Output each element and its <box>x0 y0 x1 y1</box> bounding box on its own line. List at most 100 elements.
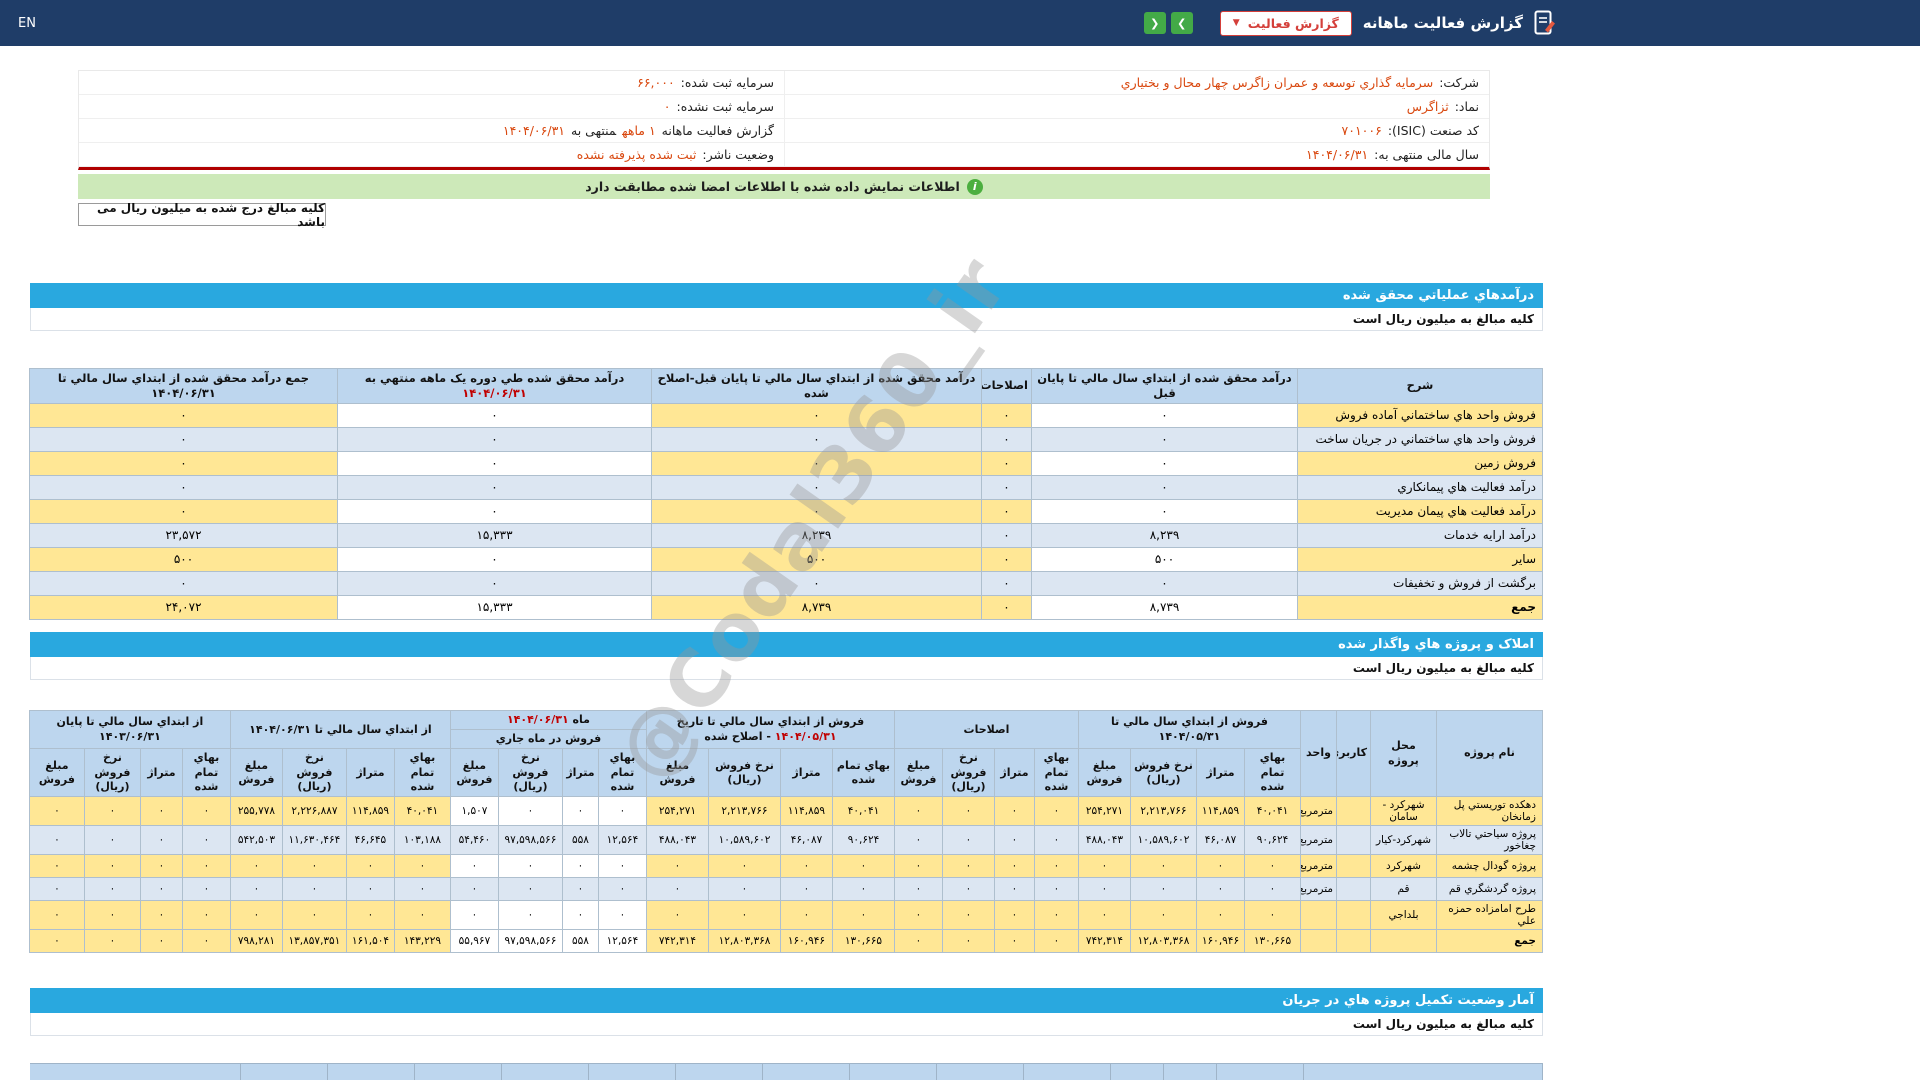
value-cell: ۵۰۰ <box>651 546 982 572</box>
value-cell: ۰ <box>941 929 995 954</box>
value-cell: ۴۰,۰۴۱ <box>393 796 451 827</box>
value-cell: ۰ <box>561 900 599 931</box>
value-cell: ۸,۲۳۹ <box>651 522 982 548</box>
value-cell: ۰ <box>229 854 283 879</box>
row-label: درآمد فعالیت هاي پیمان مدیریت <box>1297 498 1543 524</box>
value-cell: ۰ <box>651 498 982 524</box>
value-cell: ۰ <box>497 796 563 827</box>
value-cell: ۰ <box>83 825 141 856</box>
value-cell: ۰ <box>1077 900 1132 931</box>
period-date: ۱۴۰۴/۰۶/۳۱ <box>462 385 527 400</box>
value-cell: ۰ <box>651 570 982 596</box>
value-cell: ۰ <box>993 825 1035 856</box>
value-cell: ۹۷,۵۹۸,۵۶۶ <box>497 929 563 954</box>
column-header: مبلغ فروش <box>449 748 499 798</box>
value-cell: ۰ <box>393 900 451 931</box>
value-cell: ۰ <box>981 450 1032 476</box>
value-cell: ۰ <box>779 900 833 931</box>
in-progress-header-cell <box>327 1063 415 1080</box>
value-cell: ۷۴۲,۳۱۴ <box>645 929 709 954</box>
value-cell: ۰ <box>29 450 338 476</box>
company-info-block: شرکت: سرمایه گذاري توسعه و عمران زاگرس چه… <box>78 70 1490 199</box>
revenue-row: جمع ۸,۷۳۹ ۰ ۸,۷۳۹ ۱۵,۳۳۳ ۲۴,۰۷۲ <box>29 594 1543 620</box>
value-cell: ۰ <box>645 854 709 879</box>
value-cell: ۱,۵۰۷ <box>449 796 499 827</box>
value-cell: ۰ <box>645 900 709 931</box>
project-unit <box>1300 900 1337 931</box>
value-cell: ۰ <box>981 570 1032 596</box>
value-cell: ۰ <box>651 426 982 452</box>
value-cell: ۰ <box>1244 900 1301 931</box>
column-header: اصلاحات <box>981 368 1032 404</box>
field-value: ۰ <box>663 99 671 114</box>
value-cell: ۰ <box>139 796 183 827</box>
value-cell: ۰ <box>1244 877 1301 902</box>
signature-notice-text: اطلاعات نمایش داده شده با اطلاعات امضا ش… <box>585 179 960 194</box>
prev-report-button[interactable]: ❮ <box>1143 12 1166 34</box>
value-cell: ۹۰,۶۲۴ <box>831 825 895 856</box>
revenue-row: فروش واحد هاي ساختماني در جریان ساخت ۰ ۰ ۰ ۰… <box>29 426 1543 452</box>
value-cell: ۴۶,۶۴۵ <box>345 825 395 856</box>
value-cell: ۱۲,۸۰۳,۳۶۸ <box>707 929 781 954</box>
value-cell: ۱۲,۵۶۴ <box>597 825 647 856</box>
value-cell: ۰ <box>29 570 338 596</box>
value-cell: ۰ <box>597 796 647 827</box>
value-cell: ۷۹۸,۲۸۱ <box>229 929 283 954</box>
value-cell: ۵۴,۴۶۰ <box>449 825 499 856</box>
column-header: متراژ <box>561 748 599 798</box>
value-cell: ۱۱۴,۸۵۹ <box>1196 796 1245 827</box>
in-progress-header-cell <box>1163 1063 1217 1080</box>
field-value: ۱۴۰۴/۰۶/۳۱ <box>1306 147 1369 162</box>
value-cell: ۰ <box>28 877 85 902</box>
project-usage <box>1336 825 1371 856</box>
value-cell: ۰ <box>1031 426 1298 452</box>
value-cell: ۸,۷۳۹ <box>1031 594 1298 620</box>
project-name: دهکده توریستي پل زمانخان <box>1436 796 1543 827</box>
value-cell: ۱۵,۳۳۳ <box>337 522 652 548</box>
value-cell: ۰ <box>1031 474 1298 500</box>
column-header: مبلغ فروش <box>28 748 85 798</box>
revenue-row: درآمد فعالیت هاي پیمان مدیریت ۰ ۰ ۰ ۰ ۰ <box>29 498 1543 524</box>
value-cell: ۰ <box>941 796 995 827</box>
report-type-dropdown[interactable]: گزارش فعالیت ▼ <box>1219 10 1352 36</box>
value-cell: ۸,۲۳۹ <box>1031 522 1298 548</box>
value-cell: ۵۵۸ <box>561 825 599 856</box>
value-cell: ۴۶,۰۸۷ <box>779 825 833 856</box>
value-cell: ۹۷,۵۹۸,۵۶۶ <box>497 825 563 856</box>
column-header: درآمد محقق شده از ابتداي سال مالي تا پای… <box>651 368 982 404</box>
value-cell: ۰ <box>1077 877 1132 902</box>
value-cell: ۰ <box>993 929 1035 954</box>
section-header-transferred: املاک و پروژه هاي واگذار شده <box>30 631 1543 657</box>
column-group-header: ماه ۱۴۰۴/۰۶/۳۱ <box>449 709 647 731</box>
value-cell: ۰ <box>337 570 652 596</box>
value-cell: ۱۲,۸۰۳,۳۶۸ <box>1130 929 1197 954</box>
value-cell: ۰ <box>893 796 943 827</box>
column-header: مبلغ فروش <box>1077 748 1132 798</box>
in-progress-amounts-note: کلیه مبالغ به میلیون ریال است <box>30 1013 1543 1036</box>
value-cell: ۰ <box>181 877 231 902</box>
in-progress-header-cell <box>240 1063 328 1080</box>
value-cell: ۰ <box>83 877 141 902</box>
value-cell: ۰ <box>651 402 982 428</box>
value-cell: ۴۶,۰۸۷ <box>1196 825 1245 856</box>
company-info-table: شرکت: سرمایه گذاري توسعه و عمران زاگرس چه… <box>78 70 1490 170</box>
value-cell: ۰ <box>28 854 85 879</box>
value-cell: ۰ <box>29 426 338 452</box>
company-info-field: نماد: ثزاگرس <box>784 95 1489 119</box>
language-toggle[interactable]: EN <box>18 0 36 46</box>
value-cell: ۰ <box>1033 900 1079 931</box>
value-cell: ۰ <box>651 474 982 500</box>
revenue-row: درآمد فعالیت هاي پیمانکاري ۰ ۰ ۰ ۰ ۰ <box>29 474 1543 500</box>
value-cell: ۰ <box>139 825 183 856</box>
value-cell: ۰ <box>181 825 231 856</box>
value-cell: ۱۳۰,۶۶۵ <box>1244 929 1301 954</box>
value-cell: ۰ <box>831 854 895 879</box>
value-cell: ۰ <box>1033 877 1079 902</box>
field-value: ثبت شده پذیرفته نشده <box>576 147 697 162</box>
signature-notice-bar: i اطلاعات نمایش داده شده با اطلاعات امضا… <box>78 174 1490 199</box>
next-report-button[interactable]: ❯ <box>1170 12 1193 34</box>
field-label: کد صنعت (ISIC): <box>1387 123 1479 138</box>
column-header: درآمد محقق شده از ابتداي سال مالي تا پای… <box>1031 368 1298 404</box>
column-header: مبلغ فروش <box>893 748 943 798</box>
value-cell: ۰ <box>139 854 183 879</box>
